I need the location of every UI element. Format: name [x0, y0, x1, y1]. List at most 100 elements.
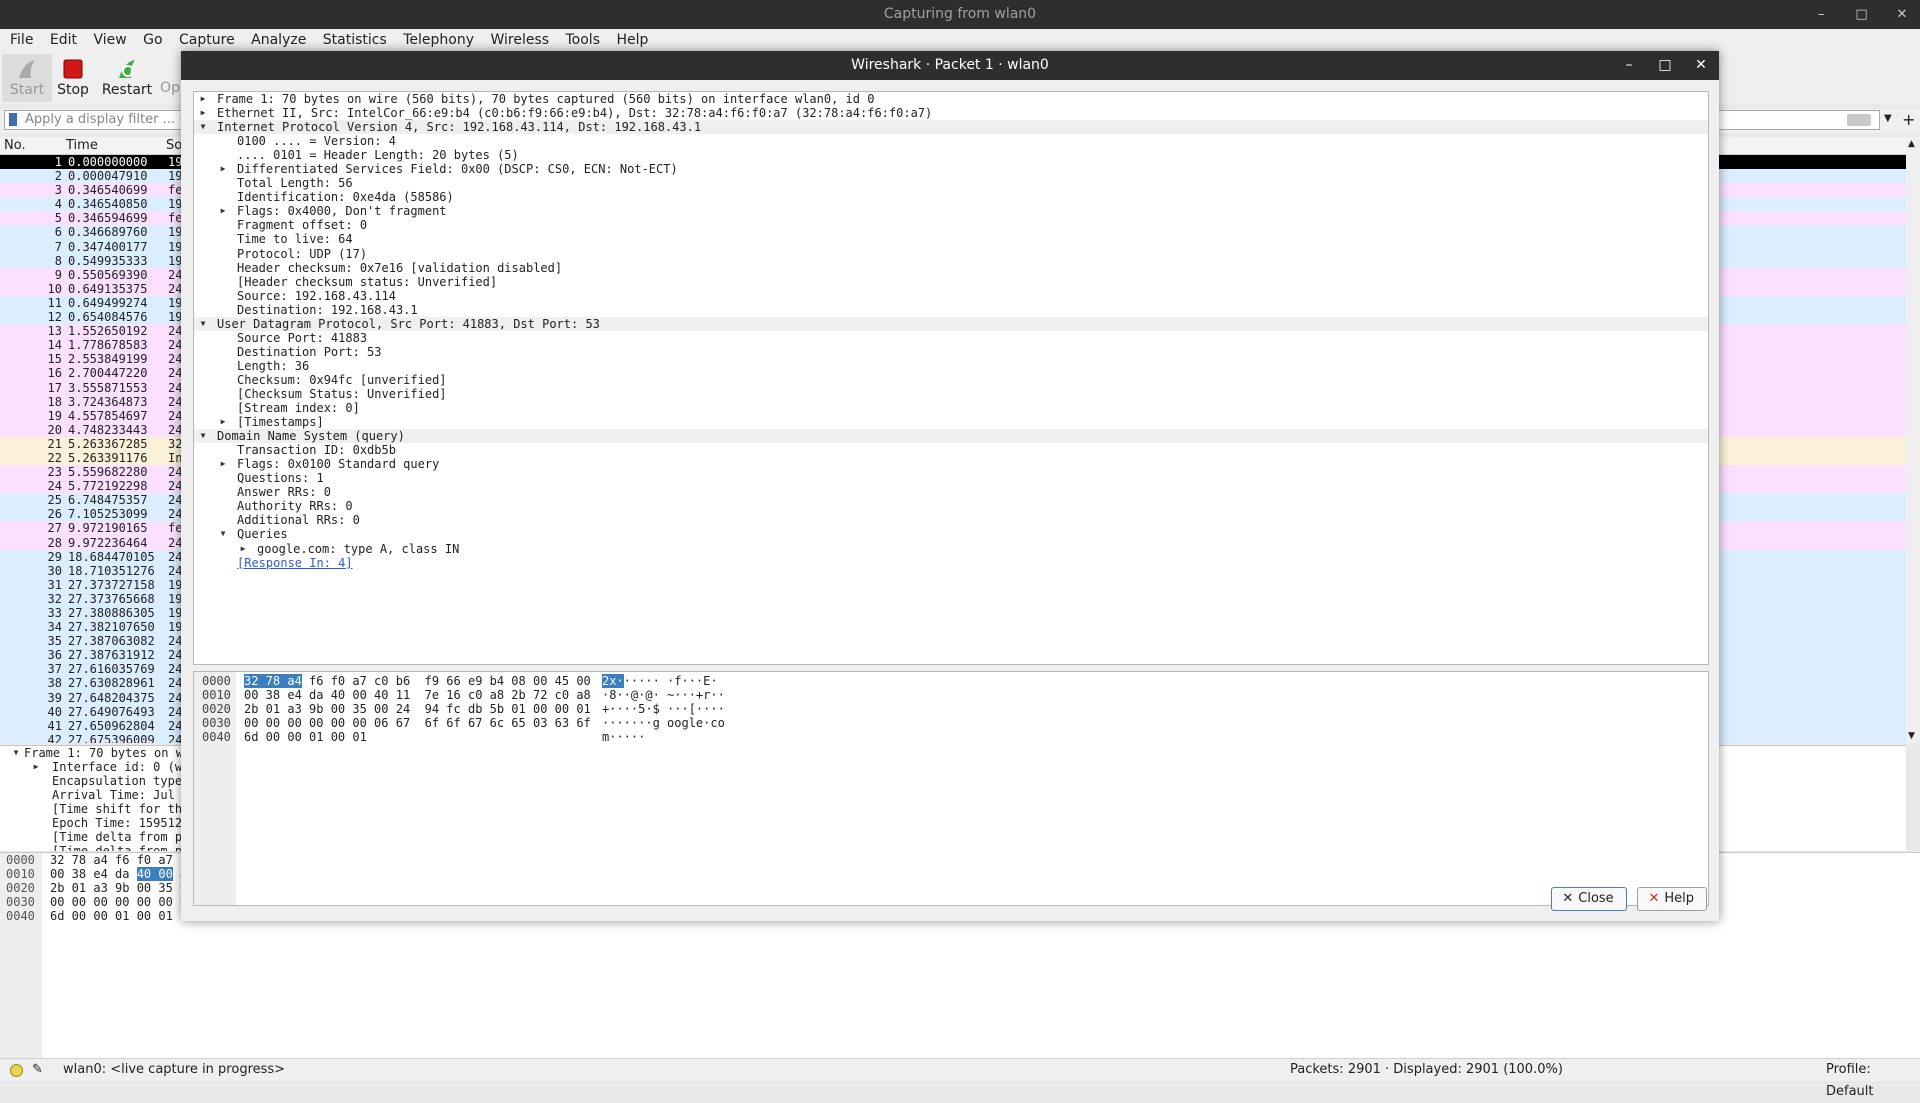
tree-row[interactable]: [Header checksum status: Unverified] [194, 275, 1708, 289]
tree-row[interactable]: [Stream index: 0] [194, 401, 1708, 415]
tree-row[interactable]: Answer RRs: 0 [194, 485, 1708, 499]
packet-number: 33 [47, 606, 62, 620]
bookmark-icon[interactable] [9, 113, 17, 126]
dialog-minimize-icon[interactable]: – [1611, 51, 1647, 80]
expand-arrow-icon[interactable]: ▶ [217, 162, 229, 176]
minimize-icon[interactable]: – [1803, 0, 1839, 29]
tree-row[interactable]: Total Length: 56 [194, 176, 1708, 190]
restart-capture-button[interactable]: Restart [100, 54, 154, 102]
menu-go[interactable]: Go [137, 29, 168, 52]
tree-row[interactable]: ▼ User Datagram Protocol, Src Port: 41883… [194, 316, 1708, 331]
close-icon[interactable]: ✕ [1884, 0, 1920, 29]
tree-row[interactable]: ▼ Internet Protocol Version 4, Src: 192.1… [194, 120, 1708, 135]
byte-hex-row[interactable]: 00 00 00 00 00 00 0 [50, 895, 187, 909]
tree-row[interactable]: Source Port: 41883 [194, 331, 1708, 345]
expand-arrow-icon[interactable]: ▶ [197, 106, 209, 120]
hex-column: 32 78 a4 f6 f0 a7 c0 b6 f9 66 e9 b4 08 0… [244, 674, 591, 688]
menu-wireless[interactable]: Wireless [484, 29, 555, 52]
hex-offset: 0000 [202, 674, 231, 688]
expand-arrow-icon[interactable]: ▶ [217, 204, 229, 218]
maximize-icon[interactable]: □ [1844, 0, 1880, 29]
collapse-arrow-icon[interactable]: ▼ [197, 317, 209, 331]
capture-options-button[interactable]: Op [158, 54, 182, 102]
menu-analyze[interactable]: Analyze [245, 29, 312, 52]
menu-file[interactable]: File [0, 29, 39, 52]
tree-row[interactable]: ▶ Flags: 0x0100 Standard query [194, 457, 1708, 471]
tree-row[interactable]: Time to live: 64 [194, 232, 1708, 246]
tree-row[interactable]: Identification: 0xe4da (58586) [194, 190, 1708, 204]
comment-icon[interactable]: ✎ [32, 1059, 43, 1081]
capture-status-icon[interactable] [10, 1064, 23, 1077]
tree-row[interactable]: ▶ Ethernet II, Src: IntelCor_66:e9:b4 (c0… [194, 106, 1708, 120]
tree-row[interactable]: Questions: 1 [194, 471, 1708, 485]
menu-help[interactable]: Help [610, 29, 654, 52]
collapse-arrow-icon[interactable]: ▼ [197, 120, 209, 134]
column-source[interactable]: So [166, 137, 182, 154]
collapse-arrow-icon[interactable]: ▼ [197, 429, 209, 443]
close-button[interactable]: ✕ Close [1551, 887, 1627, 911]
tree-row[interactable]: [Checksum Status: Unverified] [194, 387, 1708, 401]
tree-row[interactable]: Additional RRs: 0 [194, 513, 1708, 527]
collapse-arrow-icon[interactable]: ▼ [217, 527, 229, 541]
byte-hex-row[interactable]: 32 78 a4 f6 f0 a7 c [50, 853, 187, 867]
packet-number: 23 [47, 465, 62, 480]
tree-row[interactable]: ▶ [Timestamps] [194, 415, 1708, 429]
apply-filter-arrow-icon[interactable] [1847, 114, 1871, 126]
help-button[interactable]: ✕ Help [1637, 887, 1707, 911]
tree-row[interactable]: .... 0101 = Header Length: 20 bytes (5) [194, 148, 1708, 162]
tree-row[interactable]: 0100 .... = Version: 4 [194, 134, 1708, 148]
tree-row[interactable]: Source: 192.168.43.114 [194, 289, 1708, 303]
byte-hex-row[interactable]: 6d 00 00 01 00 01 [50, 909, 187, 923]
tree-row[interactable]: ▶ google.com: type A, class IN [194, 542, 1708, 556]
menu-tools[interactable]: Tools [560, 29, 607, 52]
hex-row[interactable]: 0010 00 38 e4 da 40 00 40 11 7e 16 c0 a8 … [194, 688, 1708, 702]
tree-row[interactable]: Header checksum: 0x7e16 [validation disa… [194, 261, 1708, 275]
tree-row[interactable]: ▼ Domain Name System (query) [194, 429, 1708, 444]
expand-arrow-icon[interactable]: ▶ [197, 92, 209, 106]
packet-list-scrollbar[interactable]: ▲ ▼ [1906, 137, 1920, 743]
expand-arrow-icon[interactable]: ▶ [30, 760, 42, 774]
expand-arrow-icon[interactable]: ▶ [217, 457, 229, 471]
tree-row[interactable]: Protocol: UDP (17) [194, 247, 1708, 261]
tree-row[interactable]: ▶ Flags: 0x4000, Don't fragment [194, 204, 1708, 218]
expand-arrow-icon[interactable]: ▶ [237, 542, 249, 556]
tree-row[interactable]: ▶ Differentiated Services Field: 0x00 (DS… [194, 162, 1708, 176]
byte-offset: 0020 [6, 881, 35, 895]
add-filter-button[interactable]: + [1902, 110, 1915, 129]
column-time[interactable]: Time [66, 137, 98, 154]
menu-statistics[interactable]: Statistics [317, 29, 393, 52]
collapse-arrow-icon[interactable]: ▼ [10, 746, 22, 760]
menu-view[interactable]: View [87, 29, 132, 52]
dialog-maximize-icon[interactable]: □ [1647, 51, 1683, 80]
dropdown-arrow-icon[interactable]: ▼ [1884, 113, 1892, 124]
start-capture-button[interactable]: Start [2, 54, 52, 102]
tree-row[interactable]: Destination: 192.168.43.1 [194, 303, 1708, 317]
hex-row[interactable]: 0020 2b 01 a3 9b 00 35 00 24 94 fc db 5b … [194, 702, 1708, 716]
hex-row[interactable]: 0030 00 00 00 00 00 00 06 67 6f 6f 67 6c … [194, 716, 1708, 730]
menu-edit[interactable]: Edit [44, 29, 83, 52]
tree-row[interactable]: Transaction ID: 0xdb5b [194, 443, 1708, 457]
hex-row[interactable]: 0040 6d 00 00 01 00 01 m····· [194, 730, 1708, 744]
tree-row[interactable]: Fragment offset: 0 [194, 218, 1708, 232]
packet-time: 2.553849199 [68, 352, 148, 367]
menu-telephony[interactable]: Telephony [397, 29, 480, 52]
tree-row[interactable]: Authority RRs: 0 [194, 499, 1708, 513]
tree-row[interactable]: Checksum: 0x94fc [unverified] [194, 373, 1708, 387]
ascii-column: 2x······ ·f···E· [602, 674, 718, 688]
menu-capture[interactable]: Capture [173, 29, 241, 52]
tree-row[interactable]: Destination Port: 53 [194, 345, 1708, 359]
tree-row[interactable]: ▼ Queries [194, 527, 1708, 541]
packet-number: 1 [54, 155, 62, 169]
tree-row[interactable]: [Response In: 4] [194, 556, 1708, 570]
profile-label[interactable]: Profile: Default [1826, 1059, 1920, 1103]
byte-hex-row[interactable]: 00 38 e4 da 40 00 4 [50, 867, 187, 881]
hex-row[interactable]: 0000 32 78 a4 f6 f0 a7 c0 b6 f9 66 e9 b4 … [194, 674, 1708, 688]
column-no[interactable]: No. [4, 137, 26, 154]
dialog-close-icon[interactable]: ✕ [1683, 51, 1719, 80]
tree-row[interactable]: ▶ Frame 1: 70 bytes on wire (560 bits), 7… [194, 92, 1708, 106]
stop-capture-button[interactable]: Stop [48, 54, 98, 102]
tree-row[interactable]: Length: 36 [194, 359, 1708, 373]
response-link[interactable]: [Response In: 4] [237, 556, 353, 570]
expand-arrow-icon[interactable]: ▶ [217, 415, 229, 429]
byte-hex-row[interactable]: 2b 01 a3 9b 00 35 0 [50, 881, 187, 895]
